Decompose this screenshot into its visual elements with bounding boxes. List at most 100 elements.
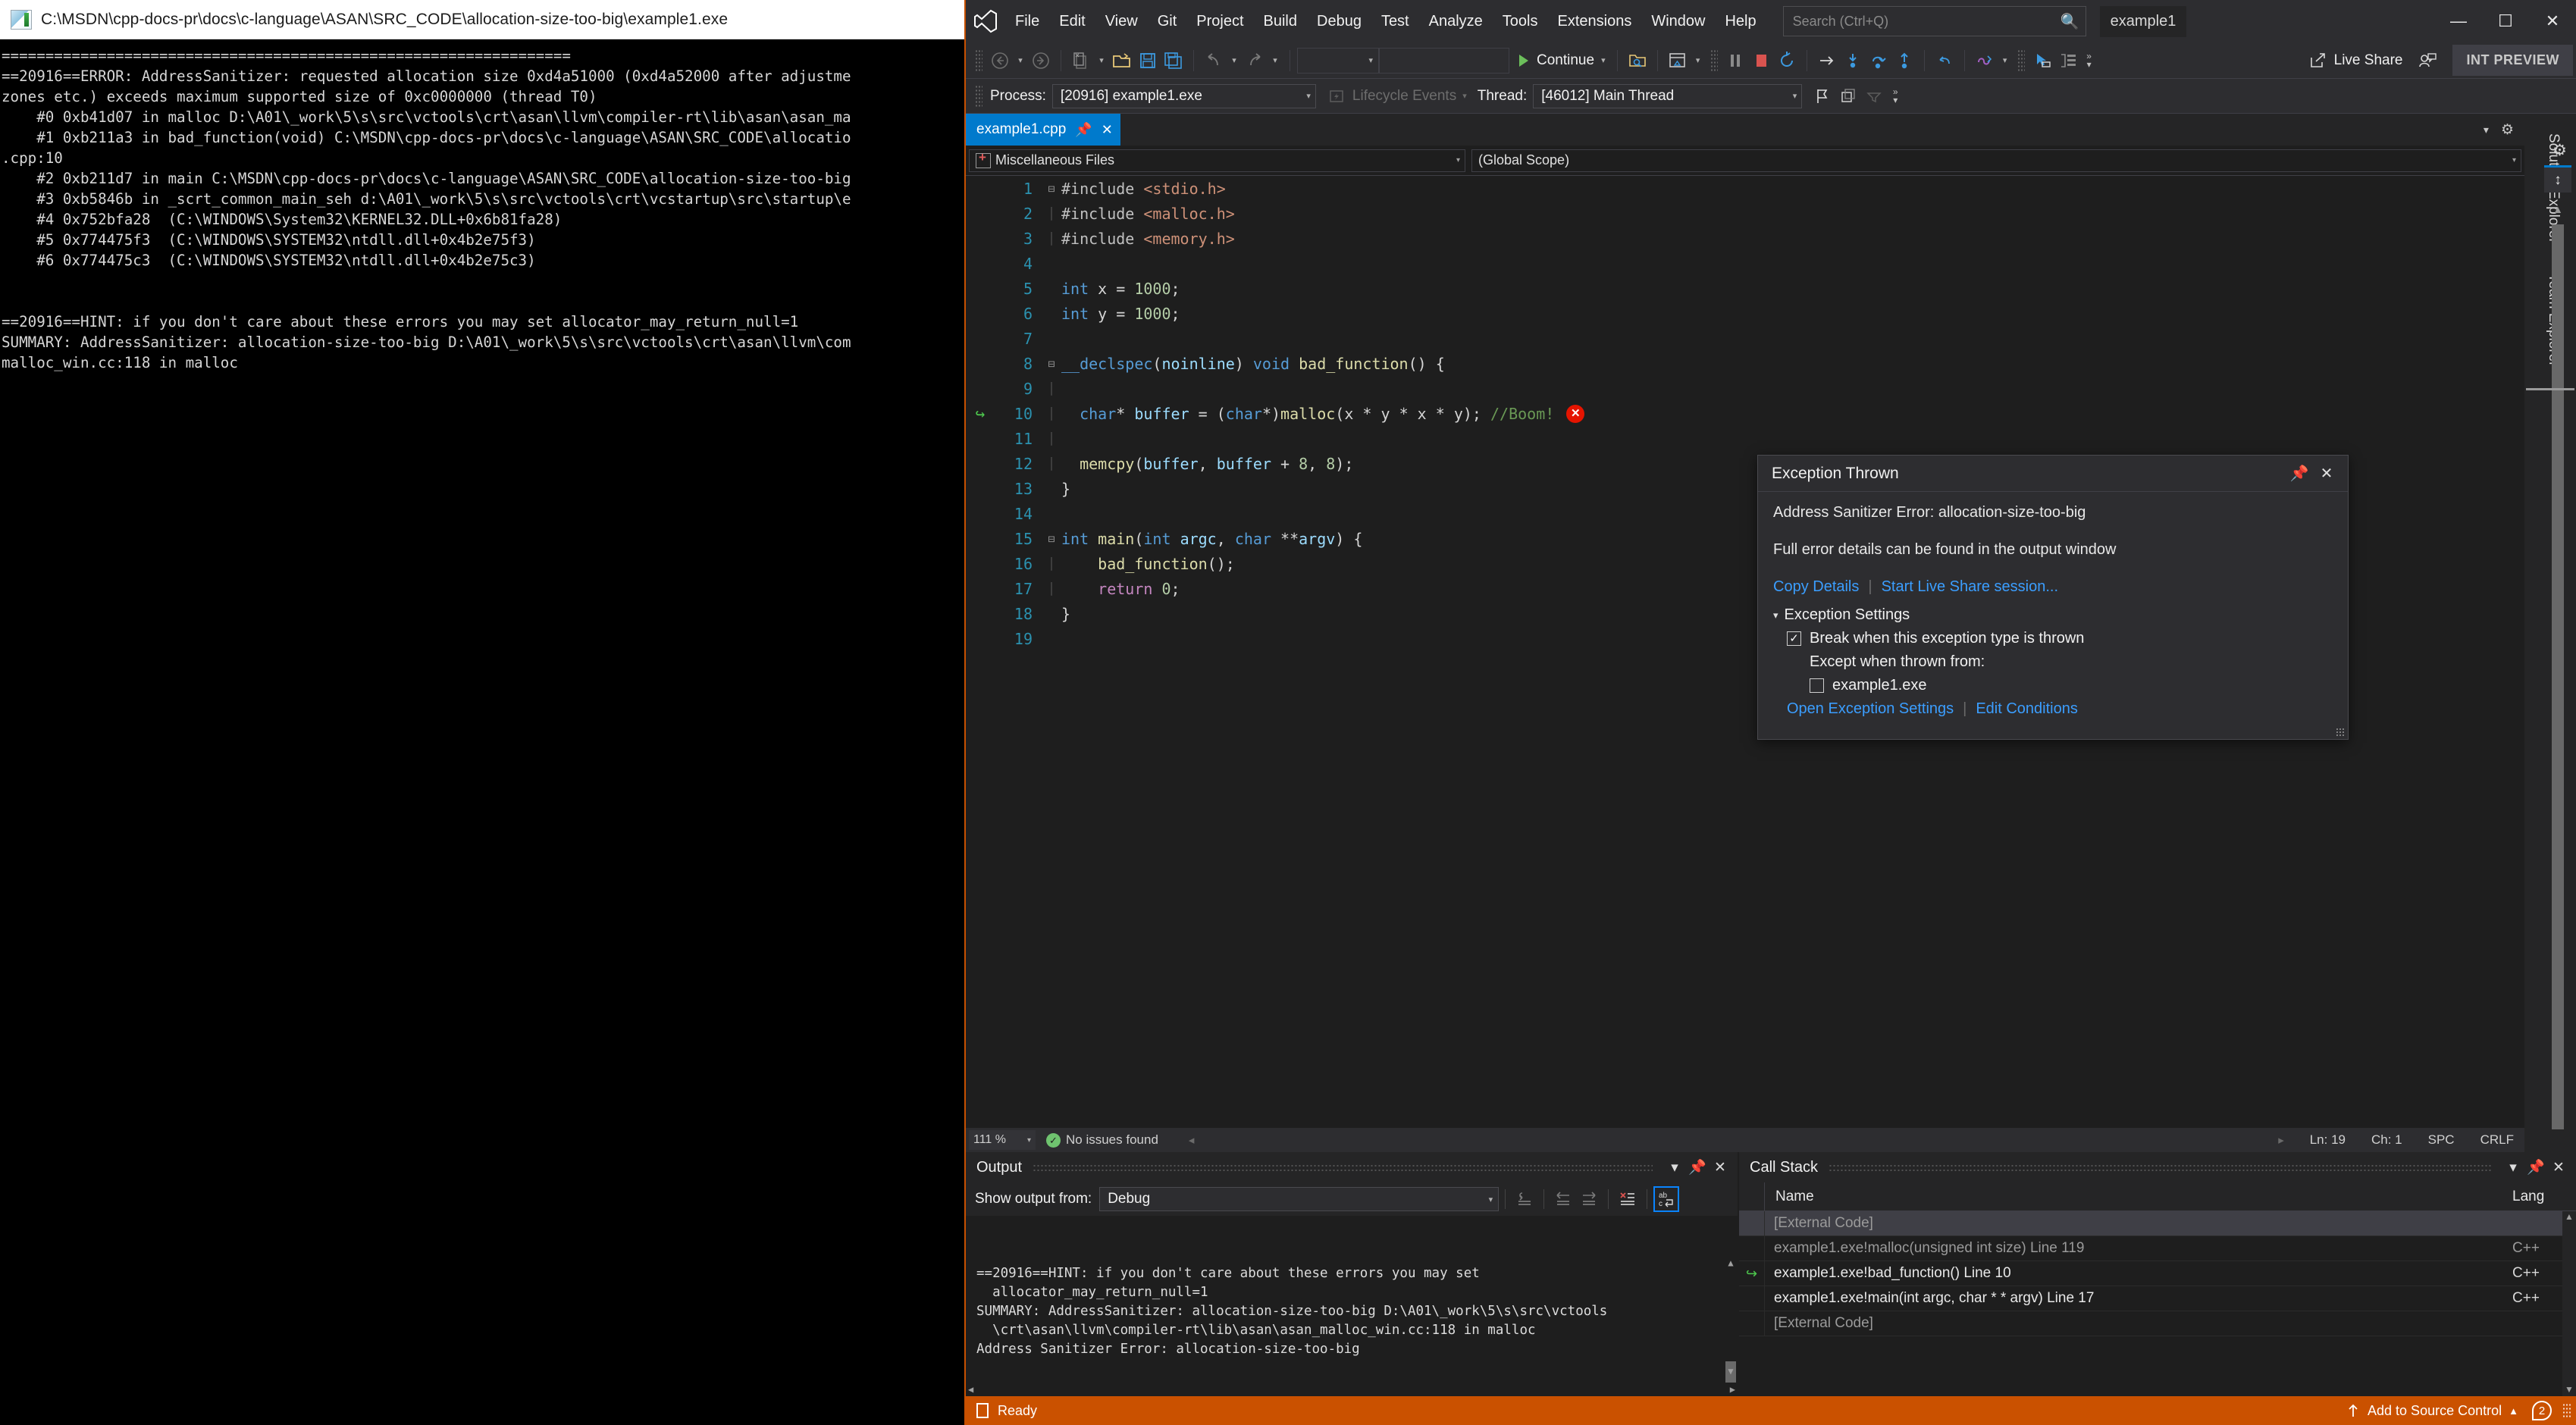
chevron-down-icon[interactable]: ▾ xyxy=(2512,156,2516,164)
project-scope-dropdown[interactable]: Miscellaneous Files ▾ xyxy=(969,149,1465,172)
toolbar-overflow-button[interactable]: » ▾ xyxy=(2081,52,2098,69)
exception-action-links[interactable]: Copy Details | Start Live Share session.… xyxy=(1773,578,2333,596)
step-back-icon[interactable] xyxy=(1932,46,1957,75)
bottom-panel-group[interactable]: Output ▾ 📌 ✕ Show output from: Debug ▾ a… xyxy=(966,1152,2576,1396)
call-stack-row[interactable]: example1.exe!main(int argc, char * * arg… xyxy=(1739,1286,2576,1311)
debug-toolbar-overflow-button[interactable]: » ▾ xyxy=(1887,87,1904,105)
go-to-source-icon[interactable] xyxy=(1512,1186,1537,1212)
step-into-icon[interactable] xyxy=(1840,46,1866,75)
pin-icon[interactable]: 📌 xyxy=(2524,1158,2547,1176)
close-icon[interactable]: ✕ xyxy=(2313,464,2340,483)
code-line[interactable]: 5 int x = 1000; xyxy=(966,276,2524,301)
navigate-back-icon[interactable] xyxy=(1550,1186,1576,1212)
call-stack-lang-header[interactable]: Lang xyxy=(2512,1189,2576,1205)
gear-icon[interactable]: ⚙ xyxy=(2501,121,2514,139)
code-line[interactable]: 3 │ #include <memory.h> xyxy=(966,226,2524,251)
redo-dropdown[interactable]: ▾ xyxy=(1269,55,1281,65)
console-titlebar[interactable]: C:\MSDN\cpp-docs-pr\docs\c-language\ASAN… xyxy=(0,0,964,39)
call-stack-column-headers[interactable]: Name Lang xyxy=(1739,1182,2576,1211)
pause-icon[interactable] xyxy=(1722,46,1748,75)
menu-file[interactable]: File xyxy=(1005,0,1049,42)
code-line[interactable]: 7 xyxy=(966,326,2524,351)
pin-icon[interactable]: 📌 xyxy=(2286,464,2313,483)
stop-icon[interactable] xyxy=(1748,46,1774,75)
editor-tabstrip[interactable]: example1.cpp 📌 ✕ ▾ ⚙ xyxy=(966,114,2524,146)
menu-build[interactable]: Build xyxy=(1254,0,1307,42)
call-stack-row[interactable]: [External Code] xyxy=(1739,1311,2576,1336)
menu-analyze[interactable]: Analyze xyxy=(1419,0,1493,42)
output-toolbar[interactable]: Show output from: Debug ▾ ab c xyxy=(966,1182,1738,1216)
break-on-exception-checkbox[interactable]: ✓ xyxy=(1787,631,1801,646)
toolbar-grip[interactable] xyxy=(2017,49,2025,72)
chevron-down-icon[interactable]: ▾ xyxy=(1306,91,1311,101)
undo-dropdown[interactable]: ▾ xyxy=(1228,55,1240,65)
exception-settings-header[interactable]: ▾ Exception Settings xyxy=(1773,606,2333,624)
invite-icon[interactable] xyxy=(2415,46,2440,75)
call-stack-name-header[interactable]: Name xyxy=(1765,1189,2512,1205)
save-all-icon[interactable] xyxy=(1161,46,1186,75)
clear-all-icon[interactable] xyxy=(1615,1186,1641,1212)
toolbar-grip[interactable] xyxy=(1709,49,1718,72)
flag-icon[interactable] xyxy=(1810,82,1835,111)
undo-icon[interactable] xyxy=(1201,46,1227,75)
code-line[interactable]: 8 ⊟ __declspec(noinline) void bad_function… xyxy=(966,351,2524,376)
editor-scrollbar[interactable]: ▲ xyxy=(2550,203,2565,1129)
editor-tab-example1-cpp[interactable]: example1.cpp 📌 ✕ xyxy=(966,114,1120,146)
menu-extensions[interactable]: Extensions xyxy=(1547,0,1641,42)
thread-dropdown[interactable]: [46012] Main Thread ▾ xyxy=(1533,83,1803,108)
menu-debug[interactable]: Debug xyxy=(1307,0,1371,42)
navigate-forward-icon[interactable] xyxy=(1576,1186,1602,1212)
spaces-indicator[interactable]: SPC xyxy=(2428,1132,2455,1148)
step-over-icon[interactable] xyxy=(1866,46,1891,75)
window-layout-icon[interactable] xyxy=(1665,46,1691,75)
scroll-up-icon[interactable]: ▲ xyxy=(2562,1211,2576,1222)
scroll-up-icon[interactable]: ▲ xyxy=(1724,1254,1738,1273)
fold-toggle-icon[interactable]: ⊟ xyxy=(1042,182,1061,196)
scrollbar-thumb[interactable] xyxy=(2552,224,2564,1129)
search-icon[interactable]: 🔍 xyxy=(2060,12,2079,31)
execution-point-arrow-icon[interactable]: ↪ xyxy=(966,405,995,423)
chevron-up-icon[interactable]: ▲ xyxy=(2509,1405,2518,1417)
search-box[interactable]: 🔍 xyxy=(1782,6,2086,36)
open-exception-settings-link[interactable]: Open Exception Settings xyxy=(1787,700,1954,718)
select-element-icon[interactable] xyxy=(2029,46,2055,75)
menu-tools[interactable]: Tools xyxy=(1493,0,1548,42)
output-horizontal-scrollbar[interactable]: ◀ ▶ xyxy=(966,1383,1738,1396)
close-button[interactable]: ✕ xyxy=(2529,0,2576,42)
scroll-right-icon[interactable]: ▶ xyxy=(1730,1380,1735,1397)
search-input[interactable] xyxy=(1792,13,2060,30)
visual-studio-window[interactable]: File Edit View Git Project Build Debug Test Anal… xyxy=(964,0,2576,1425)
tabstrip-controls[interactable]: ▾ ⚙ xyxy=(2484,114,2520,146)
toolbar-grip[interactable] xyxy=(975,84,982,108)
editor-status-bar[interactable]: 111 % ▾ ✓ No issues found ◂ ▸ Ln: 19 Ch:… xyxy=(966,1128,2524,1152)
toolbar-grip[interactable] xyxy=(975,49,982,72)
menu-edit[interactable]: Edit xyxy=(1049,0,1095,42)
call-stack-row[interactable]: ↪ example1.exe!bad_function() Line 10 C++ xyxy=(1739,1261,2576,1286)
call-stack-panel[interactable]: Call Stack ▾ 📌 ✕ Name Lang [External Cod… xyxy=(1739,1152,2576,1396)
menu-view[interactable]: View xyxy=(1095,0,1148,42)
issues-next-button[interactable]: ▸ xyxy=(2278,1133,2284,1147)
attach-icon[interactable] xyxy=(1625,46,1650,75)
scroll-down-icon[interactable]: ▼ xyxy=(2562,1384,2576,1395)
chevron-down-icon[interactable]: ▾ xyxy=(1663,1159,1686,1176)
continue-button[interactable]: Continue ▾ xyxy=(1509,52,1610,69)
process-dropdown[interactable]: [20916] example1.exe ▾ xyxy=(1051,83,1316,108)
call-stack-row[interactable]: example1.exe!malloc(unsigned int size) L… xyxy=(1739,1236,2576,1261)
close-icon[interactable]: ✕ xyxy=(1102,122,1113,138)
call-stack-rows[interactable]: [External Code] example1.exe!malloc(unsig… xyxy=(1739,1210,2576,1396)
member-scope-dropdown[interactable]: (Global Scope) ▾ xyxy=(1471,149,2521,172)
editor-navigation-bar[interactable]: Miscellaneous Files ▾ (Global Scope) ▾ xyxy=(966,146,2524,176)
menu-window[interactable]: Window xyxy=(1641,0,1715,42)
pin-icon[interactable]: 📌 xyxy=(1075,122,1092,138)
error-marker-icon[interactable]: ✕ xyxy=(1566,404,1585,423)
navigate-forward-icon[interactable] xyxy=(1028,46,1054,75)
zoom-level-dropdown[interactable]: 111 % ▾ xyxy=(969,1130,1036,1150)
gear-icon[interactable]: ⚙ xyxy=(2552,141,2567,160)
output-text-area[interactable]: ==20916==HINT: if you don't care about t… xyxy=(966,1216,1738,1396)
scroll-down-icon[interactable]: ▼ xyxy=(1724,1362,1738,1381)
debug-toolbar[interactable]: Process: [20916] example1.exe ▾ Lifecycl… xyxy=(966,79,2576,114)
module-exclusion-checkbox[interactable] xyxy=(1810,678,1824,693)
step-out-icon[interactable] xyxy=(1891,46,1917,75)
call-stack-scrollbar[interactable]: ▲ ▼ xyxy=(2562,1211,2576,1396)
menu-test[interactable]: Test xyxy=(1371,0,1419,42)
